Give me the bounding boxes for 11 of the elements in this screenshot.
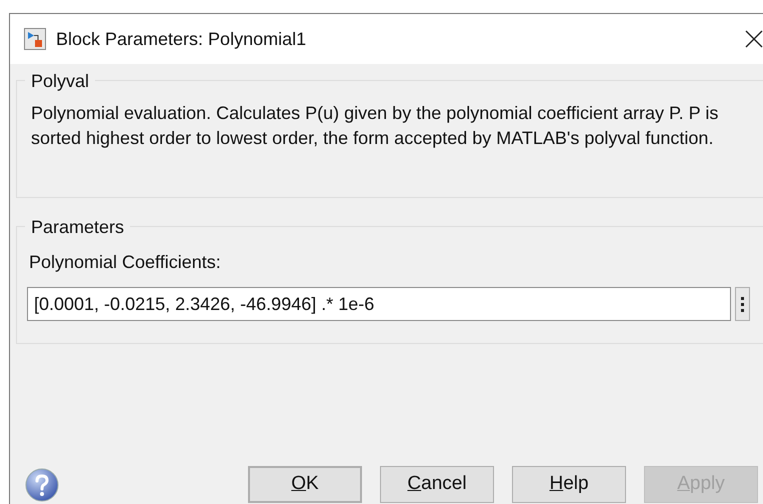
field-label: Polynomial Coefficients: bbox=[29, 251, 222, 274]
window-title: Block Parameters: Polynomial1 bbox=[56, 28, 306, 51]
help-icon[interactable] bbox=[25, 468, 59, 502]
more-options-button[interactable] bbox=[735, 287, 750, 321]
description-text: Polynomial evaluation. Calculates P(u) given by the polynomial coefficient array P. P is sorted highest order to lowest order, the form accepted by MATLAB's polyval function. bbox=[31, 102, 720, 150]
coefficients-field[interactable]: [0.0001, -0.0215, 2.3426, -46.9946] .* 1e-6 bbox=[27, 287, 731, 321]
close-icon[interactable] bbox=[745, 30, 763, 48]
dialog-button[interactable]: Help bbox=[512, 466, 626, 503]
dialog-button[interactable]: Cancel bbox=[380, 466, 494, 503]
block-icon bbox=[24, 28, 46, 50]
dialog-button[interactable]: OK bbox=[248, 466, 362, 503]
